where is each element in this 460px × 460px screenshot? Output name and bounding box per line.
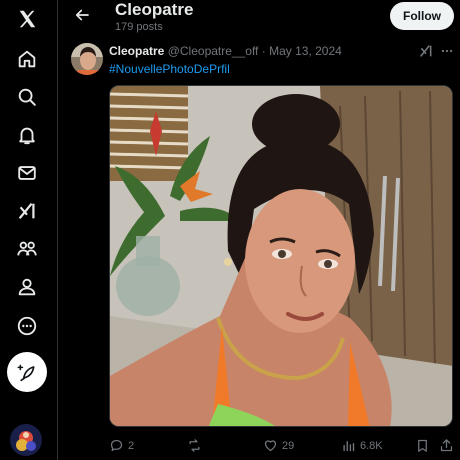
like-button[interactable]: 29 — [263, 438, 294, 453]
x-logo-icon[interactable] — [9, 1, 45, 37]
repost-icon — [189, 439, 200, 452]
views-button[interactable]: 6.8K — [341, 438, 383, 453]
post-count: 179 posts — [115, 21, 163, 33]
tweet-header: Cleopatre @Cleopatre__off · May 13, 2024 — [109, 44, 342, 58]
share-button[interactable] — [439, 438, 454, 453]
search-icon[interactable] — [9, 79, 45, 115]
messages-icon[interactable] — [9, 155, 45, 191]
tweet-hashtag[interactable]: #NouvellePhotoDePrfil — [109, 62, 230, 76]
like-count: 29 — [282, 439, 295, 452]
reply-count: 2 — [128, 439, 135, 452]
left-nav — [0, 0, 58, 460]
views-count: 6.8K — [360, 439, 383, 452]
more-circle-icon[interactable] — [9, 308, 45, 344]
separator-dot: · — [261, 44, 266, 58]
feather-plus-icon — [17, 364, 35, 382]
more-options-icon[interactable] — [440, 44, 454, 58]
heart-icon — [264, 440, 277, 452]
home-icon[interactable] — [9, 41, 45, 77]
notifications-icon[interactable] — [9, 117, 45, 153]
profile-icon[interactable] — [9, 269, 45, 305]
tweet-author-avatar[interactable] — [71, 43, 103, 75]
tweet-display-name[interactable]: Cleopatre — [109, 44, 164, 58]
share-icon — [440, 439, 453, 452]
reply-icon — [110, 439, 123, 452]
tweet-date[interactable]: May 13, 2024 — [269, 44, 342, 58]
bookmark-button[interactable] — [415, 438, 430, 453]
views-chart-icon — [343, 441, 355, 452]
account-avatar[interactable] — [10, 424, 42, 456]
grok-icon[interactable] — [9, 193, 45, 229]
tweet-action-bar: 2 29 6.8K — [109, 438, 460, 456]
compose-post-button[interactable] — [7, 352, 47, 392]
communities-icon[interactable] — [9, 231, 45, 267]
profile-header: Cleopatre 179 posts Follow — [60, 0, 460, 36]
tweet-handle[interactable]: @Cleopatre__off — [168, 44, 259, 58]
bookmark-icon — [418, 439, 427, 452]
repost-button[interactable] — [187, 438, 206, 453]
profile-title: Cleopatre — [115, 0, 194, 19]
back-arrow-icon[interactable] — [70, 3, 94, 27]
follow-button[interactable]: Follow — [390, 2, 454, 30]
tweet-photo[interactable] — [109, 85, 453, 427]
grok-icon[interactable] — [418, 43, 434, 59]
reply-button[interactable]: 2 — [109, 438, 134, 453]
